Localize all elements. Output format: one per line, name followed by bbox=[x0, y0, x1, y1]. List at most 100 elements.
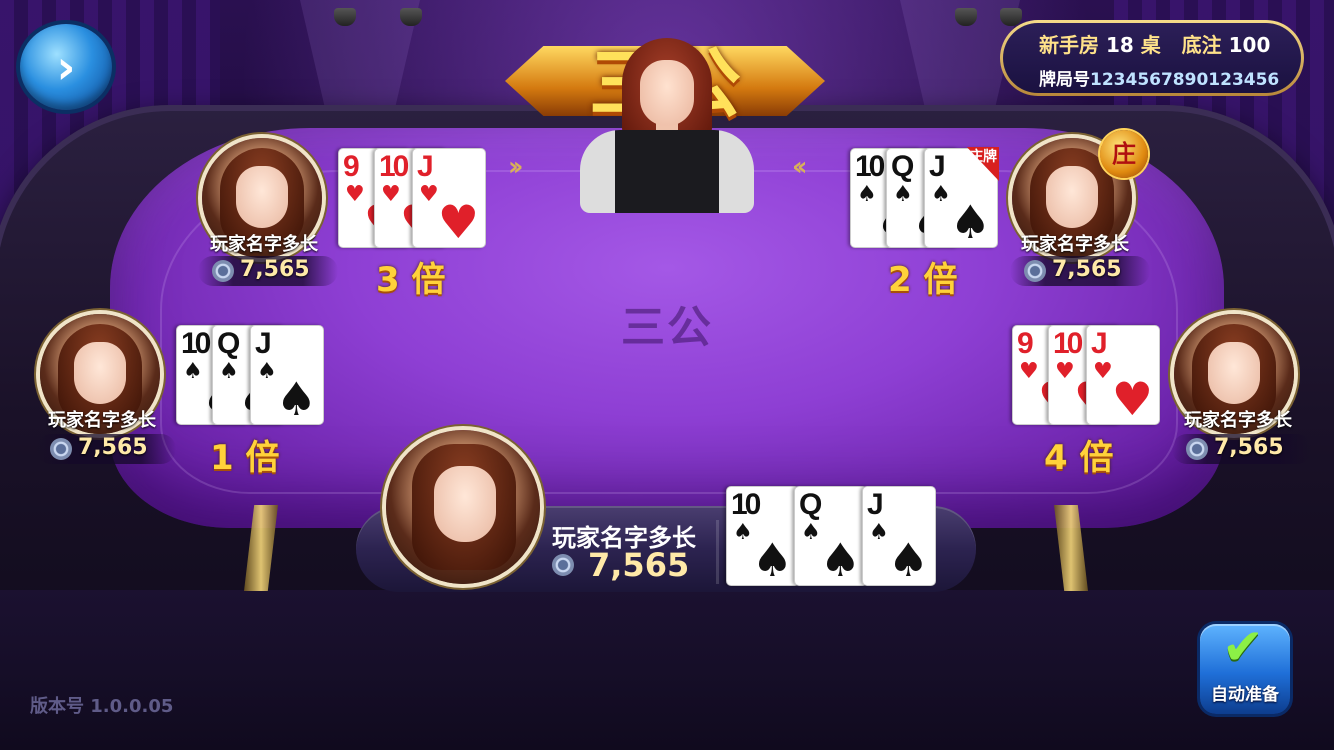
card-rank: J bbox=[417, 150, 434, 183]
playing-card: J ♥ ♥ bbox=[412, 148, 486, 248]
coin-icon bbox=[1024, 260, 1046, 282]
coin-value: 7,565 bbox=[1214, 435, 1284, 460]
dealer-face bbox=[640, 60, 694, 126]
room-line-2: 牌局号1234567890123456 bbox=[1039, 65, 1279, 90]
card-suit-icon: ♠ bbox=[949, 195, 991, 249]
coin-icon bbox=[552, 554, 574, 576]
playing-card: 10 ♠ ♠ bbox=[726, 486, 800, 586]
card-suit-icon: ♠ bbox=[219, 359, 239, 384]
dealer-character bbox=[580, 38, 754, 213]
card-rank: J bbox=[255, 327, 272, 360]
card-suit-icon: ♠ bbox=[869, 520, 889, 545]
ceiling-lamp-icon bbox=[955, 8, 977, 26]
coin-value: 7,565 bbox=[240, 257, 310, 282]
table-number: 18 bbox=[1105, 33, 1134, 57]
card-suit-icon: ♥ bbox=[1055, 359, 1075, 384]
auto-ready-label: 自动准备 bbox=[1211, 685, 1279, 705]
coin-icon bbox=[1186, 438, 1208, 460]
card-rank: 9 bbox=[343, 150, 360, 183]
multiplier-label: 4 倍 bbox=[1044, 438, 1114, 478]
back-button[interactable]: › bbox=[20, 24, 112, 110]
table-unit: 桌 bbox=[1140, 33, 1161, 57]
card-suit-icon: ♥ bbox=[1019, 359, 1039, 384]
divider bbox=[716, 520, 719, 584]
playing-card: J ♠ ♠ bbox=[250, 325, 324, 425]
card-rank: 10 bbox=[1053, 327, 1083, 360]
player-name: 玩家名字多长 bbox=[1184, 410, 1292, 431]
card-rank: Q bbox=[217, 327, 240, 360]
player-coins: 7,565 bbox=[1172, 434, 1312, 464]
card-suit-icon: ♠ bbox=[751, 533, 793, 587]
card-rank: 9 bbox=[1017, 327, 1034, 360]
dealer-body bbox=[580, 130, 754, 213]
auto-ready-button[interactable]: ✔ 自动准备 bbox=[1200, 618, 1290, 714]
bet-label: 底注 bbox=[1181, 33, 1222, 57]
room-line-1: 新手房 18 桌 底注 100 bbox=[1039, 29, 1270, 58]
player-coins: 7,565 bbox=[198, 256, 338, 286]
avatar-face bbox=[1046, 166, 1098, 228]
card-suit-icon: ♠ bbox=[733, 520, 753, 545]
multiplier-label: 3 倍 bbox=[376, 260, 446, 300]
ceiling-lamp-icon bbox=[400, 8, 422, 26]
round-id: 1234567890123456 bbox=[1090, 70, 1280, 90]
chevron-right-icon: › bbox=[56, 40, 76, 94]
avatar-face bbox=[236, 166, 288, 228]
room-info-inner: 新手房 18 桌 底注 100 牌局号1234567890123456 bbox=[1003, 23, 1301, 93]
player-name: 玩家名字多长 bbox=[1021, 234, 1129, 255]
card-rank: Q bbox=[891, 150, 914, 183]
card-rank: 10 bbox=[855, 150, 885, 183]
card-rank: 10 bbox=[731, 488, 761, 521]
playing-card: J ♠ ♠ bbox=[862, 486, 936, 586]
card-suit-icon: ♥ bbox=[437, 195, 479, 249]
card-suit-icon: ♥ bbox=[345, 182, 365, 207]
playing-card: J ♠ ♠ 庄牌 bbox=[924, 147, 999, 249]
card-suit-icon: ♠ bbox=[801, 520, 821, 545]
arrows-right-icon: ›› bbox=[508, 152, 524, 182]
card-suit-icon: ♠ bbox=[893, 182, 913, 207]
avatar-face bbox=[434, 466, 496, 542]
ceiling-lamp-icon bbox=[1000, 8, 1022, 26]
card-rank: J bbox=[1091, 327, 1108, 360]
self-coins: 7,565 bbox=[588, 546, 690, 584]
game-table-screen: 三公 三公 Wa Nair ›› ‹‹ › 新手房 18 桌 底注 100 bbox=[0, 0, 1334, 750]
card-suit-icon: ♠ bbox=[183, 359, 203, 384]
version-label: 版本号 1.0.0.05 bbox=[30, 696, 174, 717]
card-rank: 10 bbox=[379, 150, 409, 183]
card-rank: J bbox=[929, 150, 946, 183]
bet-value: 100 bbox=[1228, 33, 1271, 57]
player-name: 玩家名字多长 bbox=[210, 234, 318, 255]
avatar-face bbox=[74, 342, 126, 404]
card-suit-icon: ♠ bbox=[887, 533, 929, 587]
coin-icon bbox=[212, 260, 234, 282]
card-suit-icon: ♠ bbox=[857, 182, 877, 207]
card-suit-icon: ♥ bbox=[1111, 372, 1153, 426]
card-suit-icon: ♠ bbox=[819, 533, 861, 587]
checkmark-icon: ✔ bbox=[1222, 618, 1264, 676]
arrows-left-icon: ‹‹ bbox=[792, 152, 808, 182]
playing-card: Q ♠ ♠ bbox=[794, 486, 868, 586]
banker-badge-icon: 庄 bbox=[1100, 130, 1148, 178]
multiplier-label: 1 倍 bbox=[210, 438, 280, 478]
card-suit-icon: ♠ bbox=[275, 372, 317, 426]
room-info-panel: 新手房 18 桌 底注 100 牌局号1234567890123456 bbox=[1000, 20, 1304, 96]
card-suit-icon: ♥ bbox=[1093, 359, 1113, 384]
card-suit-icon: ♠ bbox=[257, 359, 277, 384]
card-rank: Q bbox=[799, 488, 822, 521]
self-avatar[interactable] bbox=[386, 430, 540, 584]
felt-logo: 三公 bbox=[621, 302, 713, 353]
player-coins: 7,565 bbox=[36, 434, 176, 464]
player-name: 玩家名字多长 bbox=[48, 410, 156, 431]
banker-card-tag: 庄牌 bbox=[966, 147, 999, 181]
room-name: 新手房 bbox=[1039, 33, 1099, 57]
multiplier-label: 2 倍 bbox=[888, 260, 958, 300]
card-suit-icon: ♥ bbox=[381, 182, 401, 207]
player-coins: 7,565 bbox=[1010, 256, 1150, 286]
card-rank: 10 bbox=[181, 327, 211, 360]
round-label: 牌局号 bbox=[1039, 70, 1090, 90]
ceiling-lamp-icon bbox=[334, 8, 356, 26]
card-suit-icon: ♠ bbox=[931, 182, 951, 207]
avatar-face bbox=[1208, 342, 1260, 404]
playing-card: J ♥ ♥ bbox=[1086, 325, 1160, 425]
coin-icon bbox=[50, 438, 72, 460]
card-suit-icon: ♥ bbox=[419, 182, 439, 207]
